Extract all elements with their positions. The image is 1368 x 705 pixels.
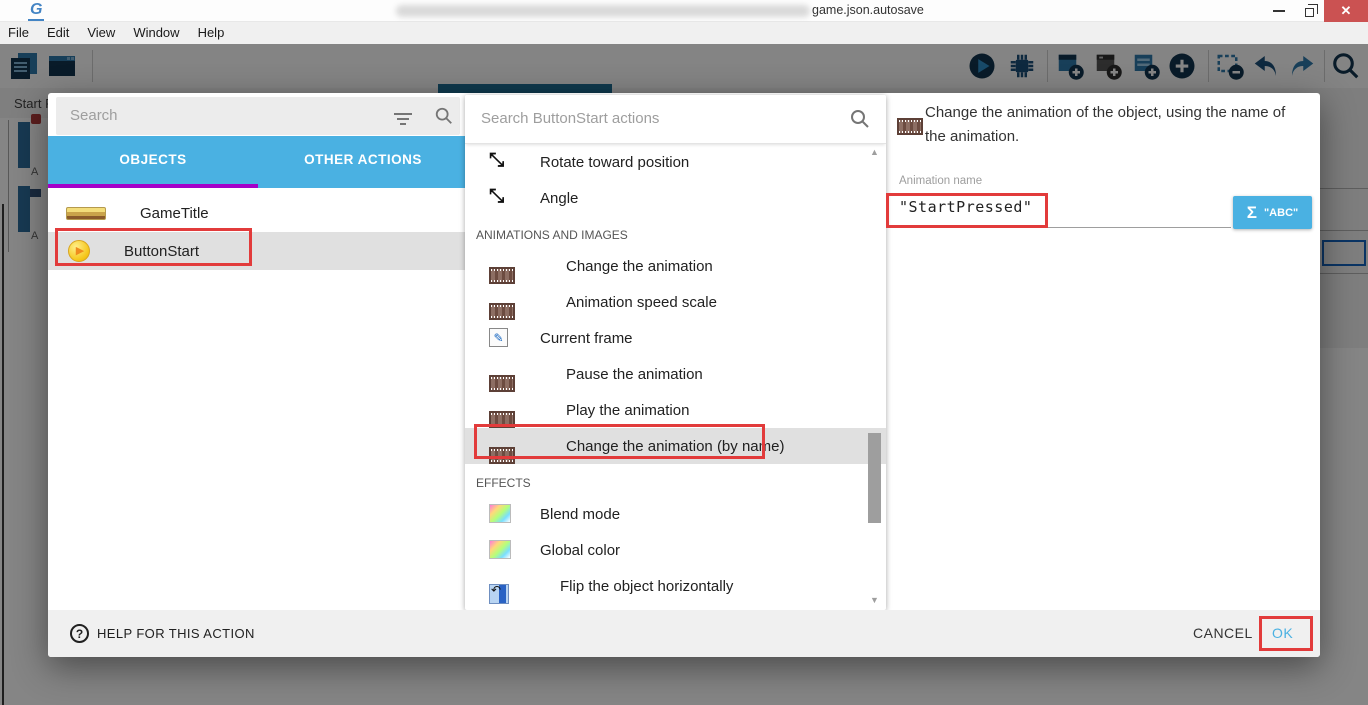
- animation-name-label: Animation name: [899, 175, 982, 187]
- scroll-up-arrow-icon[interactable]: ▲: [870, 147, 879, 157]
- minimize-icon: [1273, 10, 1285, 12]
- title-redacted-blur: [396, 5, 810, 17]
- actions-panel: ⤡ Rotate toward position ⤡ Angle ANIMATI…: [465, 95, 886, 610]
- annotation-box-animation-name: [886, 193, 1048, 228]
- action-row[interactable]: ✎ Current frame: [465, 320, 886, 356]
- app-window: Start P A A G game.json.autosave ✕ File …: [0, 0, 1368, 705]
- menu-bar: File Edit View Window Help: [0, 22, 1368, 44]
- title-bar: G game.json.autosave ✕: [0, 0, 1368, 22]
- search-icon[interactable]: [434, 106, 454, 126]
- action-parameters-panel: Change the animation of the object, usin…: [886, 93, 1320, 610]
- restore-icon: [1305, 8, 1314, 17]
- object-search-input[interactable]: [56, 97, 356, 133]
- film-strip-icon: [489, 375, 515, 392]
- active-tab-underline: [48, 184, 258, 188]
- film-strip-icon: [489, 267, 515, 284]
- help-link[interactable]: HELP FOR THIS ACTION: [97, 626, 255, 641]
- film-strip-icon: [897, 118, 923, 135]
- close-icon: ✕: [1341, 0, 1352, 22]
- action-row[interactable]: ⤡ Angle: [465, 180, 886, 216]
- rainbow-gradient-icon: [489, 540, 511, 559]
- object-tabs: OBJECTS OTHER ACTIONS: [48, 136, 468, 188]
- action-editor-dialog: OBJECTS OTHER ACTIONS GameTitle ▶ Button…: [48, 93, 1320, 657]
- objects-panel: OBJECTS OTHER ACTIONS GameTitle ▶ Button…: [48, 93, 468, 610]
- action-group-header: ANIMATIONS AND IMAGES: [465, 216, 886, 248]
- frame-pencil-icon: ✎: [489, 328, 508, 347]
- object-search-bar: [56, 97, 460, 135]
- object-row-gametitle[interactable]: GameTitle: [48, 194, 468, 232]
- object-name: GameTitle: [140, 205, 209, 222]
- annotation-box-action: [474, 424, 765, 459]
- scrollbar-thumb[interactable]: [868, 433, 881, 523]
- gdevelop-logo-icon: G: [28, 1, 44, 21]
- restore-button[interactable]: [1294, 0, 1324, 22]
- cancel-button[interactable]: CANCEL: [1193, 625, 1253, 641]
- action-search-input[interactable]: [465, 95, 805, 142]
- action-row[interactable]: Blend mode: [465, 496, 886, 532]
- rotate-arrow-icon: ⤡: [489, 187, 504, 206]
- action-row[interactable]: Animation speed scale: [465, 284, 886, 320]
- rainbow-gradient-icon: [489, 504, 511, 523]
- menu-help[interactable]: Help: [189, 22, 234, 44]
- sigma-icon: Σ: [1247, 203, 1257, 223]
- filter-icon[interactable]: [392, 110, 414, 128]
- action-search-bar: [465, 95, 886, 144]
- menu-view[interactable]: View: [78, 22, 124, 44]
- action-description: Change the animation of the object, usin…: [925, 101, 1303, 150]
- action-row[interactable]: Pause the animation: [465, 356, 886, 392]
- close-button[interactable]: ✕: [1324, 0, 1368, 22]
- tab-other-actions[interactable]: OTHER ACTIONS: [258, 136, 468, 188]
- dialog-footer: ? HELP FOR THIS ACTION CANCEL OK: [48, 610, 1320, 657]
- action-row[interactable]: Change the animation: [465, 248, 886, 284]
- help-question-icon[interactable]: ?: [70, 624, 89, 643]
- rotate-arrow-icon: ⤡: [489, 151, 504, 170]
- action-group-header: EFFECTS: [465, 464, 886, 496]
- action-row[interactable]: ⤡ Rotate toward position: [465, 144, 886, 180]
- tab-objects[interactable]: OBJECTS: [48, 136, 258, 188]
- search-icon[interactable]: [849, 108, 871, 130]
- annotation-box-ok: [1259, 616, 1313, 651]
- expression-editor-button[interactable]: Σ "ABC": [1233, 196, 1312, 229]
- menu-edit[interactable]: Edit: [38, 22, 78, 44]
- film-strip-icon: [489, 303, 515, 320]
- action-row[interactable]: Global color: [465, 532, 886, 568]
- annotation-box-buttonstart: [55, 228, 252, 266]
- minimize-button[interactable]: [1264, 0, 1294, 22]
- gametitle-thumbnail-icon: [66, 207, 106, 220]
- action-list: ⤡ Rotate toward position ⤡ Angle ANIMATI…: [465, 144, 886, 610]
- action-row[interactable]: Play the animation: [465, 392, 886, 428]
- menu-file[interactable]: File: [0, 22, 38, 44]
- menu-window[interactable]: Window: [124, 22, 188, 44]
- scroll-down-arrow-icon[interactable]: ▼: [870, 595, 879, 605]
- flip-horizontal-icon: ↶: [489, 584, 509, 604]
- window-title: game.json.autosave: [812, 3, 924, 17]
- action-row[interactable]: ↶ Flip the object horizontally: [465, 568, 886, 604]
